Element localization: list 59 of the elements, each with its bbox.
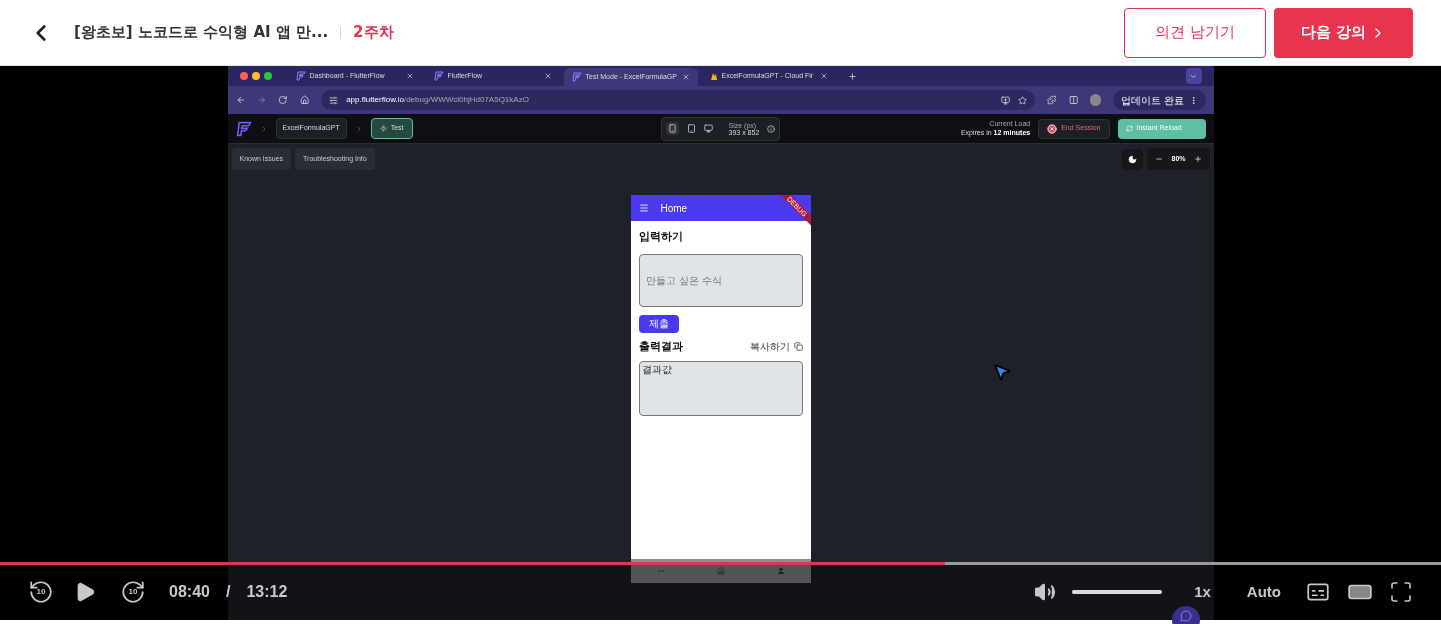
formula-input[interactable]: 만들고 싶은 수식 — [638, 253, 803, 307]
quality-button[interactable]: Auto — [1246, 580, 1281, 604]
volume-slider[interactable] — [1072, 590, 1163, 594]
rewind-button[interactable]: 10 — [28, 579, 54, 605]
app-logo-icon — [295, 71, 306, 81]
flame-icon — [709, 71, 718, 81]
reload-icon — [1125, 125, 1133, 132]
phone-icon — [667, 124, 677, 133]
install-icon[interactable] — [1001, 95, 1011, 105]
profile-avatar[interactable] — [1090, 94, 1102, 106]
moon-icon — [1128, 154, 1138, 164]
total-time: 13:12 — [246, 582, 288, 602]
fullscreen-button[interactable] — [1389, 580, 1413, 604]
menu-icon[interactable] — [638, 203, 649, 213]
result-field[interactable]: 결과값 — [638, 361, 803, 416]
time-separator: / — [225, 582, 231, 602]
extensions-icon[interactable] — [1047, 95, 1057, 105]
chat-icon — [1180, 610, 1192, 622]
copy-icon — [793, 342, 803, 352]
side-panel-icon[interactable] — [1068, 95, 1078, 105]
course-title: [왕초보] 노코드로 수익형 AI 앱 만... — [74, 22, 329, 44]
app-logo-icon[interactable] — [235, 120, 252, 137]
current-time: 08:40 — [169, 582, 210, 602]
close-icon[interactable] — [543, 72, 552, 80]
app-logo-icon — [433, 71, 444, 81]
url-text: app.flutterflow.io/debug/WWWcl0hjHd07A5Q1kAzO — [346, 94, 529, 106]
progress-track[interactable] — [0, 562, 1441, 565]
submit-button[interactable]: 제출 — [638, 314, 679, 333]
theme-toggle[interactable] — [1122, 148, 1144, 170]
reload-icon[interactable] — [278, 95, 288, 105]
phone-view-button[interactable] — [665, 122, 679, 135]
section-heading: 입력하기 — [638, 229, 684, 245]
forward-button[interactable]: 10 — [120, 579, 146, 605]
tablet-view-icon[interactable] — [686, 124, 696, 133]
week-label: 2주차 — [353, 22, 394, 44]
app-logo-icon — [571, 72, 582, 82]
site-settings-icon[interactable] — [329, 95, 339, 105]
feedback-button[interactable]: 의견 남기기 — [1124, 7, 1266, 58]
close-icon[interactable] — [819, 72, 828, 80]
next-lecture-button[interactable]: 다음 강의 — [1274, 7, 1413, 58]
close-icon — [1047, 123, 1058, 134]
volume-button[interactable] — [1034, 581, 1057, 603]
new-tab-icon[interactable] — [847, 71, 857, 81]
app-title: Home — [660, 201, 688, 216]
speed-button[interactable]: 1x — [1194, 580, 1211, 604]
section-heading: 출력결과 — [638, 338, 683, 355]
back-icon[interactable] — [235, 95, 245, 105]
update-button[interactable]: 업데이트 완료 — [1113, 90, 1206, 110]
cursor-icon — [991, 362, 1012, 382]
close-icon[interactable] — [405, 72, 414, 80]
copy-button[interactable]: 복사하기 — [749, 339, 803, 355]
lightning-icon — [379, 125, 387, 132]
bookmark-icon[interactable] — [1018, 95, 1028, 105]
desktop-view-icon[interactable] — [703, 124, 713, 133]
info-icon[interactable] — [767, 124, 776, 133]
close-icon[interactable] — [681, 73, 690, 81]
zoom-in-icon[interactable] — [1193, 155, 1202, 163]
zoom-out-icon[interactable] — [1155, 155, 1164, 163]
address-bar[interactable]: app.flutterflow.io/debug/WWWcl0hjHd07A5Q1kAzO — [321, 90, 1036, 110]
